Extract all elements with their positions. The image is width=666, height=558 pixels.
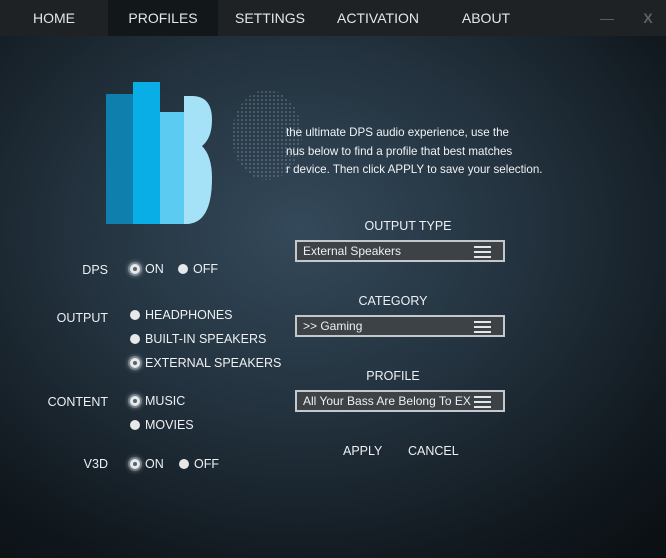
radio-icon — [130, 420, 140, 430]
radio-icon — [130, 264, 140, 274]
radio-icon — [130, 310, 140, 320]
profile-value: All Your Bass Are Belong To EX — [303, 394, 471, 408]
top-nav: HOME PROFILES SETTINGS ACTIVATION ABOUT … — [0, 0, 666, 36]
intro-line-2: nus below to find a profile that best ma… — [286, 144, 513, 158]
radio-icon — [130, 396, 140, 406]
menu-icon — [474, 246, 491, 258]
profile-title: PROFILE — [366, 369, 420, 383]
dps-off-label: OFF — [193, 262, 218, 276]
output-option-label: EXTERNAL SPEAKERS — [145, 356, 282, 370]
logo-bar-3 — [160, 112, 184, 224]
content-music-radio[interactable]: MUSIC — [130, 394, 185, 408]
tab-about[interactable]: ABOUT — [434, 0, 538, 36]
v3d-off-label: OFF — [194, 457, 219, 471]
tab-settings[interactable]: SETTINGS — [218, 0, 322, 36]
cancel-button[interactable]: CANCEL — [408, 444, 459, 458]
radio-icon — [130, 358, 140, 368]
intro-line-3: r device. Then click APPLY to save your … — [286, 163, 543, 177]
category-value: >> Gaming — [303, 319, 363, 333]
v3d-label: V3D — [83, 457, 108, 471]
content-option-label: MOVIES — [145, 418, 194, 432]
close-button[interactable]: X — [640, 8, 656, 28]
menu-icon — [474, 396, 491, 408]
minimize-button[interactable]: — — [600, 8, 614, 28]
dps-label: DPS — [82, 263, 108, 277]
v3d-on-radio[interactable]: ON — [130, 457, 164, 471]
profile-dropdown[interactable]: All Your Bass Are Belong To EX — [295, 390, 505, 412]
tab-activation[interactable]: ACTIVATION — [322, 0, 434, 36]
apply-button[interactable]: APPLY — [343, 444, 382, 458]
radio-icon — [130, 334, 140, 344]
intro-line-1: the ultimate DPS audio experience, use t… — [286, 126, 509, 139]
output-external-speakers-radio[interactable]: EXTERNAL SPEAKERS — [130, 356, 281, 370]
brand-logo — [106, 82, 212, 224]
tab-home[interactable]: HOME — [0, 0, 108, 36]
output-builtin-speakers-radio[interactable]: BUILT-IN SPEAKERS — [130, 332, 266, 346]
content-option-label: MUSIC — [145, 394, 186, 408]
output-type-value: External Speakers — [303, 244, 402, 258]
dps-on-radio[interactable]: ON — [130, 262, 164, 276]
output-option-label: HEADPHONES — [145, 308, 233, 322]
v3d-on-label: ON — [145, 457, 164, 471]
v3d-off-radio[interactable]: OFF — [179, 457, 219, 471]
content-label: CONTENT — [47, 395, 108, 409]
dps-off-radio[interactable]: OFF — [178, 262, 218, 276]
output-headphones-radio[interactable]: HEADPHONES — [130, 308, 233, 322]
menu-icon — [474, 321, 491, 333]
dps-on-label: ON — [145, 262, 164, 276]
radio-icon — [179, 459, 189, 469]
logo-bar-1 — [106, 94, 133, 224]
output-type-dropdown[interactable]: External Speakers — [295, 240, 505, 262]
output-option-label: BUILT-IN SPEAKERS — [145, 332, 267, 346]
logo-b-shape — [184, 96, 212, 224]
output-type-title: OUTPUT TYPE — [364, 219, 452, 233]
radio-icon — [178, 264, 188, 274]
output-label: OUTPUT — [56, 311, 108, 325]
logo-bar-2 — [133, 82, 160, 224]
radio-icon — [130, 459, 140, 469]
content-movies-radio[interactable]: MOVIES — [130, 418, 194, 432]
intro-text: the ultimate DPS audio experience, use t… — [270, 124, 570, 180]
tab-profiles[interactable]: PROFILES — [108, 0, 218, 36]
category-dropdown[interactable]: >> Gaming — [295, 315, 505, 337]
category-title: CATEGORY — [358, 294, 428, 308]
